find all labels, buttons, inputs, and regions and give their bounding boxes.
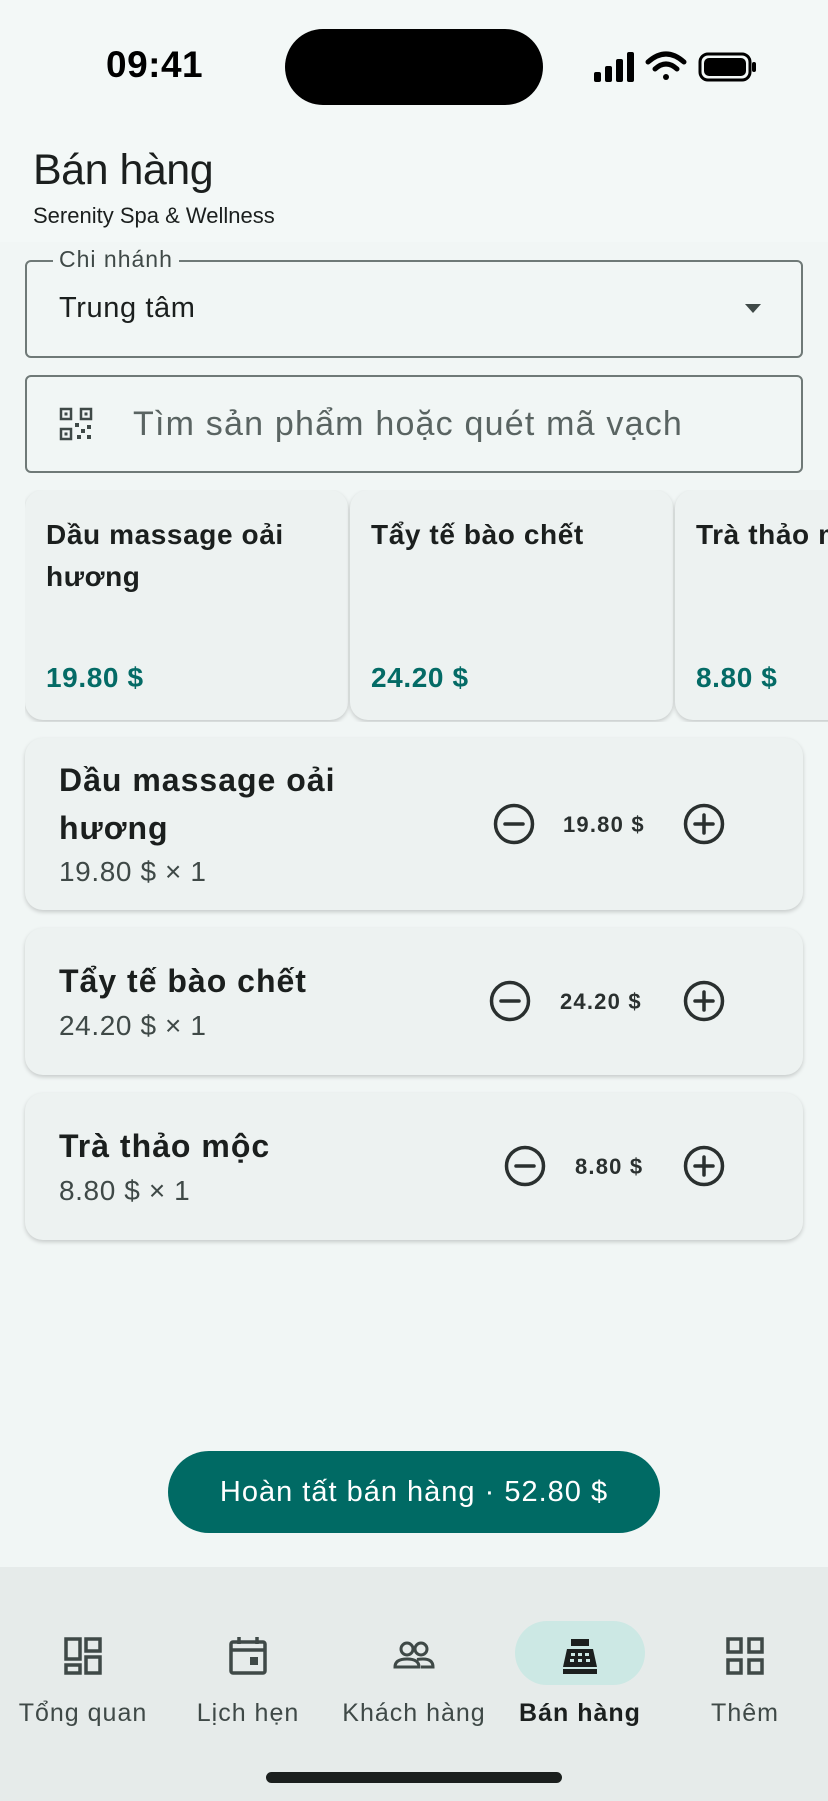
nav-item-sales[interactable]: Bán hàng xyxy=(500,1593,660,1727)
nav-label: Tổng quan xyxy=(18,1699,148,1727)
cart-item-detail: 24.20 $ × 1 xyxy=(59,1010,207,1041)
page-title: Bán hàng xyxy=(33,146,214,194)
nav-label: Bán hàng xyxy=(519,1699,641,1727)
branch-select[interactable]: Chi nhánh Trung tâm xyxy=(25,246,803,358)
nav-label: Thêm xyxy=(711,1699,779,1727)
product-strip[interactable]: Dầu massage oải hương 19.80 $ Tẩy tế bào… xyxy=(25,490,828,722)
product-name: Trà thảo mộc xyxy=(696,519,828,550)
cart-item: Trà thảo mộc 8.80 $ × 1 8.80 $ xyxy=(25,1093,803,1240)
nav-item-more[interactable]: Thêm xyxy=(665,1593,825,1727)
cart-item-detail: 19.80 $ × 1 xyxy=(59,856,207,887)
product-card[interactable]: Tẩy tế bào chết 24.20 $ xyxy=(350,490,673,720)
nav-item-customers[interactable]: Khách hàng xyxy=(334,1593,494,1727)
cart-item-total: 8.80 $ xyxy=(575,1154,644,1179)
nav-item-overview[interactable]: Tổng quan xyxy=(3,1593,163,1727)
people-icon xyxy=(393,1641,435,1669)
increase-quantity-icon[interactable] xyxy=(681,978,727,1024)
dropdown-arrow-icon xyxy=(745,304,761,313)
search-field[interactable] xyxy=(25,375,803,473)
product-name: Tẩy tế bào chết xyxy=(371,519,584,550)
cart-item-name: Tẩy tế bào chết xyxy=(59,963,307,999)
qr-code-icon[interactable] xyxy=(59,407,93,441)
decrease-quantity-icon[interactable] xyxy=(487,978,533,1024)
branch-value: Trung tâm xyxy=(59,292,196,324)
product-price: 19.80 $ xyxy=(46,662,144,693)
cart-item: Tẩy tế bào chết 24.20 $ × 1 24.20 $ xyxy=(25,928,803,1075)
status-time: 09:41 xyxy=(106,44,204,85)
page-subtitle: Serenity Spa & Wellness xyxy=(33,203,275,228)
cash-register-icon xyxy=(563,1639,597,1674)
complete-sale-button[interactable]: Hoàn tất bán hàng · 52.80 $ xyxy=(168,1451,660,1533)
dashboard-icon xyxy=(64,1637,102,1675)
nav-label: Khách hàng xyxy=(342,1699,486,1727)
increase-quantity-icon[interactable] xyxy=(681,1143,727,1189)
product-name: Dầu massage oải hương xyxy=(46,519,284,592)
product-price: 24.20 $ xyxy=(371,662,469,693)
grid-icon xyxy=(726,1637,764,1675)
home-indicator[interactable] xyxy=(266,1772,562,1783)
cart-item-total: 19.80 $ xyxy=(563,812,645,837)
page-header: Bán hàng Serenity Spa & Wellness xyxy=(33,146,275,229)
decrease-quantity-icon[interactable] xyxy=(502,1143,548,1189)
nav-label: Lịch hẹn xyxy=(196,1699,300,1727)
product-card[interactable]: Trà thảo mộc 8.80 $ xyxy=(675,490,828,720)
increase-quantity-icon[interactable] xyxy=(681,801,727,847)
dynamic-island xyxy=(285,29,543,105)
product-price: 8.80 $ xyxy=(696,662,778,693)
cart-item-name: Trà thảo mộc xyxy=(59,1128,271,1164)
cart-item: Dầu massage oải hương 19.80 $ × 1 19.80 … xyxy=(25,738,803,910)
signal-icon xyxy=(594,52,634,82)
search-input[interactable] xyxy=(133,401,773,447)
calendar-icon xyxy=(229,1637,267,1675)
branch-label: Chi nhánh xyxy=(53,246,179,273)
battery-icon xyxy=(698,52,756,82)
status-icons xyxy=(594,51,756,82)
cart-item-detail: 8.80 $ × 1 xyxy=(59,1175,191,1206)
wifi-icon xyxy=(645,51,687,80)
cart-item-total: 24.20 $ xyxy=(560,989,642,1014)
status-bar: 09:41 xyxy=(0,0,828,120)
decrease-quantity-icon[interactable] xyxy=(491,801,537,847)
bottom-navigation: Tổng quan Lịch hẹn Khách hàng Bán hàng T… xyxy=(0,1567,828,1801)
product-card[interactable]: Dầu massage oải hương 19.80 $ xyxy=(25,490,348,720)
cart-item-name: Dầu massage oải hương xyxy=(59,762,336,846)
nav-item-appointments[interactable]: Lịch hẹn xyxy=(168,1593,328,1727)
